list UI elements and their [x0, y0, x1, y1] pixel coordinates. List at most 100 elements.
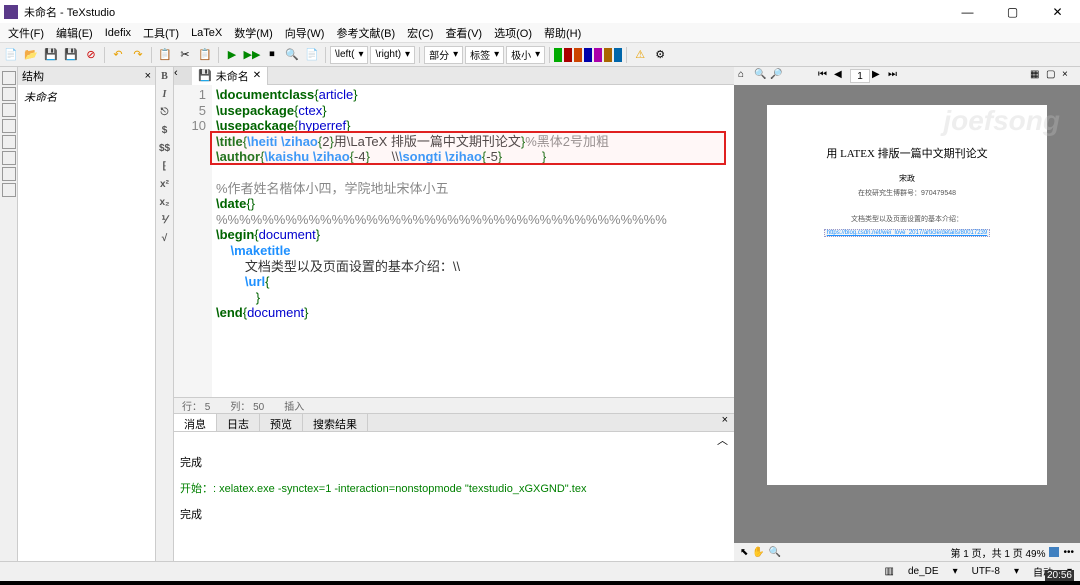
cursor-icon[interactable]: ⬉	[740, 547, 748, 558]
redo-icon[interactable]: ↷	[129, 46, 147, 64]
pv-opt2-icon[interactable]: ▢	[1046, 69, 1060, 83]
size-dropdown[interactable]: 极小 ▾	[506, 46, 545, 64]
menu-options[interactable]: 选项(O)	[488, 23, 538, 43]
cut-icon[interactable]: ✂	[176, 46, 194, 64]
menu-math[interactable]: 数学(M)	[228, 23, 279, 43]
tab-scroll-icon[interactable]: ‹	[174, 67, 192, 85]
pv-home-icon[interactable]: ⌂	[738, 69, 752, 83]
encoding-selector[interactable]: UTF-8	[968, 566, 1004, 577]
hand-icon[interactable]: ✋	[752, 547, 764, 558]
pv-next-icon[interactable]: ▶	[872, 69, 886, 83]
save-icon[interactable]: 💾	[42, 46, 60, 64]
menu-file[interactable]: 文件(F)	[2, 23, 50, 43]
left-delimiter-dropdown[interactable]: \left( ▾	[330, 46, 368, 64]
side-btn-3[interactable]	[2, 103, 16, 117]
code-editor[interactable]: 1510 \documentclass{article} \usepackage…	[174, 85, 734, 397]
expand-icon[interactable]: ︿	[174, 432, 734, 448]
color-7-icon[interactable]	[614, 48, 622, 62]
et-btn-4[interactable]: $	[158, 125, 172, 139]
color-1-icon[interactable]	[554, 48, 562, 62]
side-btn-5[interactable]	[2, 135, 16, 149]
preview-toolbar: ⌂ 🔍 🔎 ⏮ ◀ ▶ ⏭ ▦ ▢ ×	[734, 67, 1080, 85]
part-dropdown[interactable]: 部分 ▾	[424, 46, 463, 64]
color-5-icon[interactable]	[594, 48, 602, 62]
et-btn-10[interactable]: √	[158, 233, 172, 247]
label-dropdown[interactable]: 标签 ▾	[465, 46, 504, 64]
warning-icon[interactable]: ⚠	[631, 46, 649, 64]
build-view-icon[interactable]: ▶▶	[243, 46, 261, 64]
menu-edit[interactable]: 编辑(E)	[50, 23, 99, 43]
structure-close-icon[interactable]: ×	[145, 70, 151, 82]
undo-icon[interactable]: ↶	[109, 46, 127, 64]
open-file-icon[interactable]: 📂	[22, 46, 40, 64]
minimize-button[interactable]: —	[945, 0, 990, 23]
pv-page-input[interactable]	[850, 69, 870, 83]
view-icon[interactable]: 🔍	[283, 46, 301, 64]
preview-viewport[interactable]: joefsong 用 LATEX 排版一篇中文期刊论文 宋政 在校研究生博群号：…	[734, 85, 1080, 543]
et-btn-8[interactable]: x₂	[158, 197, 172, 211]
messages-close-icon[interactable]: ×	[716, 414, 734, 431]
bold-button[interactable]: B	[158, 71, 172, 85]
menu-macros[interactable]: 宏(C)	[401, 23, 439, 43]
zoom-icon[interactable]: 🔍	[769, 547, 781, 558]
pv-close-icon[interactable]: ×	[1062, 69, 1076, 83]
paste-icon[interactable]: 📋	[196, 46, 214, 64]
pv-zoom-in-icon[interactable]: 🔍	[754, 69, 768, 83]
et-btn-3[interactable]: ⎋	[158, 107, 172, 121]
menu-help[interactable]: 帮助(H)	[538, 23, 587, 43]
code-text[interactable]: \documentclass{article} \usepackage{ctex…	[212, 85, 734, 397]
tab-log[interactable]: 日志	[217, 414, 260, 431]
preview-url: https://blog.csdn.net/wei_love_2017/arti…	[824, 229, 990, 237]
pv-zoom-out-icon[interactable]: 🔎	[770, 69, 784, 83]
structure-item[interactable]: 未命名	[18, 85, 155, 109]
menu-view[interactable]: 查看(V)	[439, 23, 488, 43]
menu-tools[interactable]: 工具(T)	[137, 23, 185, 43]
color-2-icon[interactable]	[564, 48, 572, 62]
copy-icon[interactable]: 📋	[156, 46, 174, 64]
et-btn-9[interactable]: ⅟	[158, 215, 172, 229]
tab-search[interactable]: 搜索结果	[303, 414, 368, 431]
tool-icon[interactable]: ⚙	[651, 46, 669, 64]
et-btn-7[interactable]: x²	[158, 179, 172, 193]
menu-latex[interactable]: LaTeX	[185, 25, 228, 41]
build-icon[interactable]: ▶	[223, 46, 241, 64]
color-3-icon[interactable]	[574, 48, 582, 62]
pv-color-indicator-icon[interactable]	[1049, 547, 1059, 557]
side-btn-1[interactable]	[2, 71, 16, 85]
menu-bib[interactable]: 参考文献(B)	[330, 23, 401, 43]
side-btn-4[interactable]	[2, 119, 16, 133]
main-area: 结构 × 未命名 B I ⎋ $ $$ ⁅ x² x₂ ⅟ √ ‹ 💾 未命名 …	[0, 67, 1080, 561]
maximize-button[interactable]: ▢	[990, 0, 1035, 23]
sb-icon-1[interactable]: ▥	[885, 566, 894, 577]
et-btn-5[interactable]: $$	[158, 143, 172, 157]
view-log-icon[interactable]: 📄	[303, 46, 321, 64]
side-btn-6[interactable]	[2, 151, 16, 165]
stop-icon[interactable]: ⏹	[263, 46, 281, 64]
side-btn-2[interactable]	[2, 87, 16, 101]
msg-line-2: 开始：: xelatex.exe -synctex=1 -interaction…	[180, 480, 728, 496]
language-selector[interactable]: de_DE	[904, 566, 943, 577]
color-4-icon[interactable]	[584, 48, 592, 62]
save-all-icon[interactable]: 💾	[62, 46, 80, 64]
cursor-col: 列： 50	[230, 398, 264, 413]
close-button[interactable]: ✕	[1035, 0, 1080, 23]
editor-tab[interactable]: 💾 未命名 ✕	[192, 67, 268, 85]
right-delimiter-dropdown[interactable]: \right) ▾	[370, 46, 415, 64]
pv-prev-icon[interactable]: ◀	[834, 69, 848, 83]
menu-idefix[interactable]: Idefix	[99, 25, 137, 41]
tab-preview[interactable]: 预览	[260, 414, 303, 431]
close-doc-icon[interactable]: ⊘	[82, 46, 100, 64]
menu-wizards[interactable]: 向导(W)	[279, 23, 331, 43]
italic-button[interactable]: I	[158, 89, 172, 103]
et-btn-6[interactable]: ⁅	[158, 161, 172, 175]
side-btn-7[interactable]	[2, 167, 16, 181]
color-6-icon[interactable]	[604, 48, 612, 62]
tab-close-icon[interactable]: ✕	[253, 70, 261, 81]
pv-last-icon[interactable]: ⏭	[888, 69, 902, 83]
new-file-icon[interactable]: 📄	[2, 46, 20, 64]
pv-more-icon[interactable]: •••	[1063, 547, 1074, 558]
side-btn-8[interactable]	[2, 183, 16, 197]
pv-opt1-icon[interactable]: ▦	[1030, 69, 1044, 83]
tab-messages[interactable]: 消息	[174, 414, 217, 431]
pv-first-icon[interactable]: ⏮	[818, 69, 832, 83]
